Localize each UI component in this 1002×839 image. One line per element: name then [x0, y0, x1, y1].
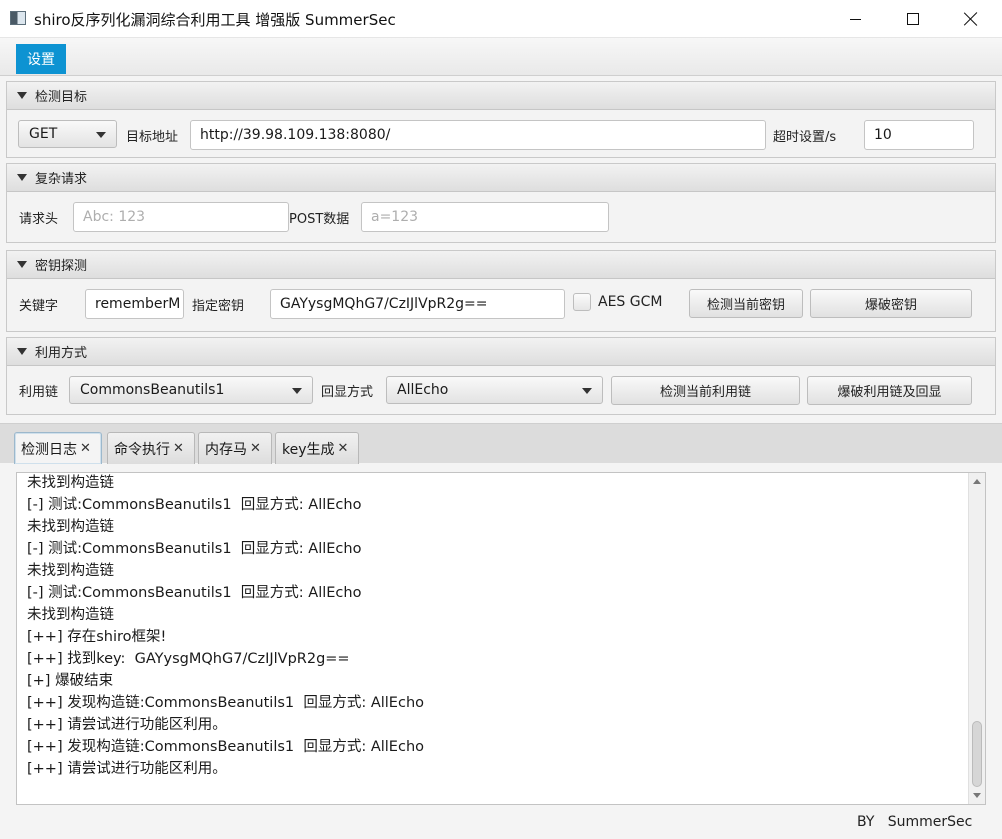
exploit-pane-header[interactable]: 利用方式: [7, 338, 995, 366]
log-line: [++] 发现构造链:CommonsBeanutils1 回显方式: AllEc…: [27, 739, 425, 755]
menu-settings[interactable]: 设置: [16, 44, 66, 74]
post-data-input[interactable]: a=123: [361, 202, 609, 232]
log-lines: 未找到构造链 [-] 测试:CommonsBeanutils1 回显方式: Al…: [27, 473, 965, 780]
close-button[interactable]: [942, 0, 1000, 38]
timeout-input[interactable]: 10: [864, 120, 974, 150]
post-data-label: POST数据: [289, 212, 350, 227]
check-key-button[interactable]: 检测当前密钥: [689, 289, 803, 318]
scrollbar-thumb[interactable]: [972, 721, 982, 787]
method-value: GET: [29, 126, 58, 142]
log-line: [++] 存在shiro框架!: [27, 629, 167, 645]
brute-chain-button[interactable]: 爆破利用链及回显: [807, 376, 972, 405]
echo-value: AllEcho: [397, 382, 449, 398]
key-probe-pane-header[interactable]: 密钥探测: [7, 251, 995, 279]
request-headers-input[interactable]: Abc: 123: [73, 202, 289, 232]
chevron-down-icon: [292, 388, 302, 394]
specified-key-label: 指定密钥: [192, 299, 245, 314]
tab-detect-log[interactable]: 检测日志 ✕: [14, 432, 102, 464]
log-textarea[interactable]: 未找到构造链 [-] 测试:CommonsBeanutils1 回显方式: Al…: [16, 472, 986, 805]
maximize-icon: [907, 13, 919, 25]
log-line: [-] 测试:CommonsBeanutils1 回显方式: AllEcho: [27, 497, 362, 513]
target-pane-header[interactable]: 检测目标: [7, 82, 995, 110]
tab-command-exec[interactable]: 命令执行 ✕: [107, 432, 195, 464]
tab-strip: 检测日志 ✕ 命令执行 ✕ 内存马 ✕ key生成 ✕: [0, 423, 1002, 464]
collapse-triangle-icon: [17, 174, 27, 181]
log-line: [++] 请尝试进行功能区利用。: [27, 717, 227, 733]
chain-label: 利用链: [19, 385, 59, 400]
tab-label: 检测日志: [21, 441, 77, 458]
complex-pane-title: 复杂请求: [35, 172, 88, 187]
chain-select[interactable]: CommonsBeanutils1: [69, 376, 313, 404]
exploit-pane: 利用方式 利用链 CommonsBeanutils1 回显方式 AllEcho …: [6, 337, 996, 415]
collapse-triangle-icon: [17, 348, 27, 355]
brute-key-button[interactable]: 爆破密钥: [810, 289, 972, 318]
log-line: [+] 爆破结束: [27, 673, 114, 689]
log-line: [++] 请尝试进行功能区利用。: [27, 761, 227, 777]
log-line: [++] 发现构造链:CommonsBeanutils1 回显方式: AllEc…: [27, 695, 425, 711]
menu-bar: 设置: [0, 38, 1002, 76]
keyword-input[interactable]: rememberM: [85, 289, 184, 319]
tab-label: 命令执行: [114, 441, 170, 458]
maximize-button[interactable]: [884, 0, 942, 38]
footer-author: BY SummerSec: [857, 814, 973, 830]
log-line: 未找到构造链: [27, 519, 114, 535]
key-probe-pane: 密钥探测 关键字 rememberM 指定密钥 GAYysgMQhG7/CzIJ…: [6, 250, 996, 332]
method-select[interactable]: GET: [18, 120, 117, 148]
complex-pane-header[interactable]: 复杂请求: [7, 164, 995, 192]
tab-close-icon[interactable]: ✕: [250, 441, 261, 456]
log-line: [++] 找到key: GAYysgMQhG7/CzIJlVpR2g==: [27, 651, 350, 667]
log-line: 未找到构造链: [27, 475, 114, 491]
log-line: 未找到构造链: [27, 607, 114, 623]
window-title: shiro反序列化漏洞综合利用工具 增强版 SummerSec: [34, 11, 396, 29]
tab-label: key生成: [282, 441, 335, 458]
log-line: [-] 测试:CommonsBeanutils1 回显方式: AllEcho: [27, 585, 362, 601]
tab-close-icon[interactable]: ✕: [338, 441, 349, 456]
vertical-scrollbar[interactable]: [968, 473, 985, 804]
chevron-down-icon: [582, 388, 592, 394]
minimize-icon: [849, 18, 861, 20]
app-icon: [10, 11, 26, 25]
close-icon: [964, 12, 978, 26]
timeout-label: 超时设置/s: [773, 130, 837, 145]
aes-gcm-label: AES GCM: [598, 294, 663, 310]
scroll-down-arrow-icon[interactable]: [973, 793, 981, 798]
url-label: 目标地址: [126, 130, 179, 145]
chevron-down-icon: [96, 132, 106, 138]
aes-gcm-checkbox[interactable]: [573, 293, 591, 311]
tab-label: 内存马: [205, 441, 247, 458]
minimize-button[interactable]: [826, 0, 884, 38]
tab-key-gen[interactable]: key生成 ✕: [275, 432, 359, 464]
log-line: 未找到构造链: [27, 563, 114, 579]
specified-key-input[interactable]: GAYysgMQhG7/CzIJlVpR2g==: [270, 289, 565, 319]
scroll-up-arrow-icon[interactable]: [973, 479, 981, 484]
collapse-triangle-icon: [17, 92, 27, 99]
log-line: [-] 测试:CommonsBeanutils1 回显方式: AllEcho: [27, 541, 362, 557]
tab-memshell[interactable]: 内存马 ✕: [198, 432, 272, 464]
window-titlebar: shiro反序列化漏洞综合利用工具 增强版 SummerSec: [0, 0, 1002, 38]
target-pane-title: 检测目标: [35, 90, 88, 105]
collapse-triangle-icon: [17, 261, 27, 268]
target-pane: 检测目标 GET 目标地址 http://39.98.109.138:8080/…: [6, 81, 996, 158]
request-headers-label: 请求头: [19, 212, 59, 227]
echo-select[interactable]: AllEcho: [386, 376, 603, 404]
echo-label: 回显方式: [321, 385, 374, 400]
exploit-pane-title: 利用方式: [35, 346, 88, 361]
keyword-label: 关键字: [19, 299, 59, 314]
chain-value: CommonsBeanutils1: [80, 382, 225, 398]
tab-close-icon[interactable]: ✕: [80, 441, 91, 456]
url-input[interactable]: http://39.98.109.138:8080/: [190, 120, 766, 150]
key-probe-pane-title: 密钥探测: [35, 259, 88, 274]
complex-pane: 复杂请求 请求头 Abc: 123 POST数据 a=123: [6, 163, 996, 243]
check-chain-button[interactable]: 检测当前利用链: [611, 376, 800, 405]
tab-close-icon[interactable]: ✕: [173, 441, 184, 456]
